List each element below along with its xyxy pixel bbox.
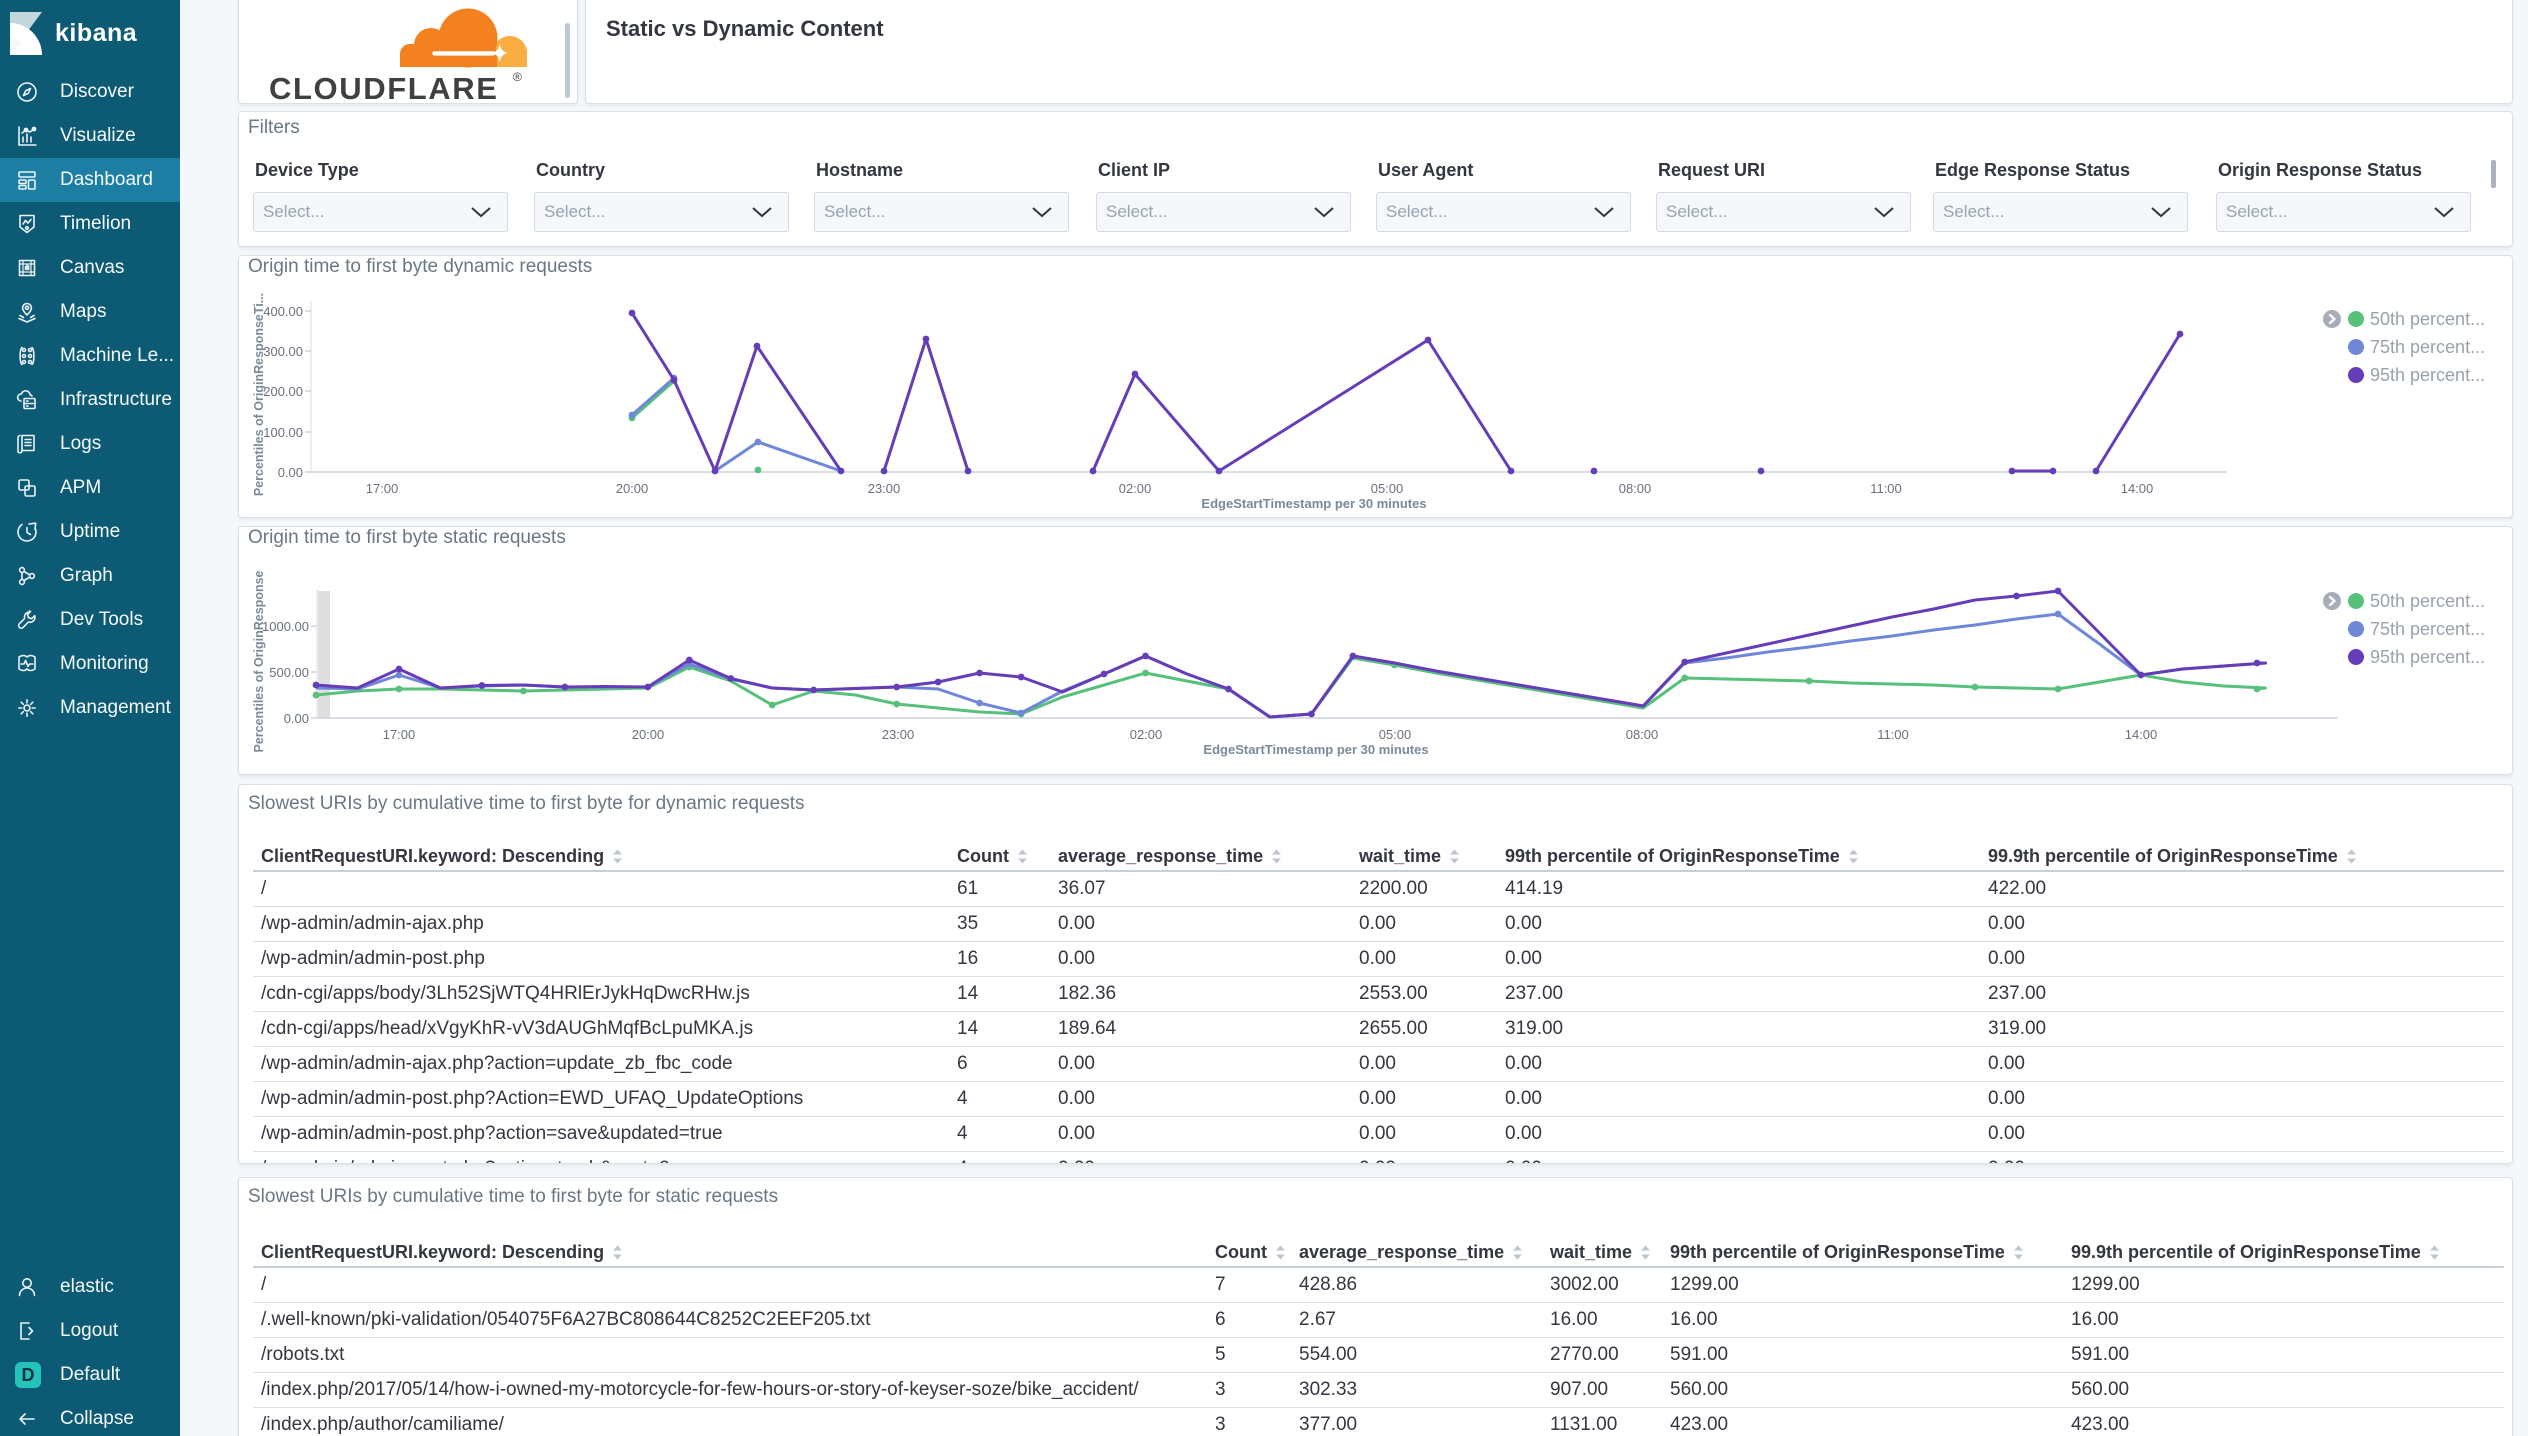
svg-text:08:00: 08:00 — [1626, 727, 1659, 742]
svg-text:®: ® — [513, 70, 522, 84]
svg-text:11:00: 11:00 — [1877, 727, 1909, 742]
svg-text:50th percent...: 50th percent... — [2370, 591, 2485, 611]
svg-text:Percentiles of OriginResponseT: Percentiles of OriginResponseTi... — [252, 293, 266, 496]
svg-text:75th percent...: 75th percent... — [2370, 619, 2485, 639]
svg-text:95th percent...: 95th percent... — [2370, 647, 2485, 667]
svg-text:23:00: 23:00 — [882, 727, 915, 742]
svg-text:02:00: 02:00 — [1119, 481, 1152, 496]
svg-text:0.00: 0.00 — [278, 465, 303, 480]
svg-text:02:00: 02:00 — [1130, 727, 1163, 742]
svg-text:1000.00: 1000.00 — [262, 619, 309, 634]
svg-text:14:00: 14:00 — [2121, 481, 2154, 496]
svg-text:300.00: 300.00 — [263, 344, 303, 359]
svg-text:14:00: 14:00 — [2125, 727, 2158, 742]
svg-text:Percentiles of OriginResponse: Percentiles of OriginResponse — [252, 570, 266, 752]
svg-text:100.00: 100.00 — [263, 425, 303, 440]
svg-text:17:00: 17:00 — [366, 481, 399, 496]
svg-text:CLOUDFLARE: CLOUDFLARE — [269, 71, 499, 104]
svg-text:200.00: 200.00 — [263, 384, 303, 399]
svg-text:05:00: 05:00 — [1379, 727, 1412, 742]
svg-text:23:00: 23:00 — [868, 481, 901, 496]
svg-text:05:00: 05:00 — [1371, 481, 1404, 496]
svg-text:EdgeStartTimestamp per 30 minu: EdgeStartTimestamp per 30 minutes — [1203, 742, 1428, 757]
svg-text:EdgeStartTimestamp per 30 minu: EdgeStartTimestamp per 30 minutes — [1201, 496, 1426, 511]
svg-text:95th percent...: 95th percent... — [2370, 365, 2485, 385]
svg-text:75th percent...: 75th percent... — [2370, 337, 2485, 357]
svg-text:20:00: 20:00 — [616, 481, 649, 496]
svg-text:08:00: 08:00 — [1619, 481, 1652, 496]
svg-text:11:00: 11:00 — [1870, 481, 1902, 496]
svg-text:50th percent...: 50th percent... — [2370, 309, 2485, 329]
svg-text:20:00: 20:00 — [632, 727, 665, 742]
svg-text:0.00: 0.00 — [284, 711, 309, 726]
svg-text:400.00: 400.00 — [263, 304, 303, 319]
svg-text:17:00: 17:00 — [383, 727, 416, 742]
svg-text:500.00: 500.00 — [269, 665, 309, 680]
